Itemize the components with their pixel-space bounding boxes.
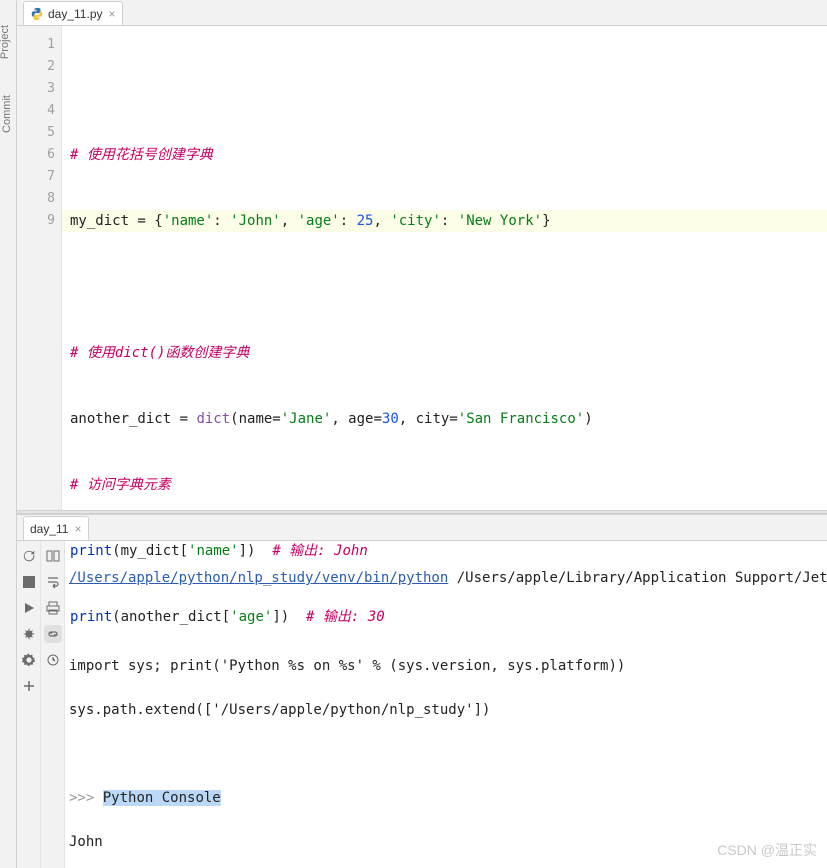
gutter: 1 2 3 4 5 6 7 8 9 [17, 26, 62, 510]
editor-tabbar: day_11.py × [17, 0, 827, 26]
left-tool-rail[interactable]: Project Commit [0, 0, 17, 868]
console-toolbar-secondary [41, 541, 65, 868]
tab-day-11-py[interactable]: day_11.py × [23, 1, 123, 25]
history-button[interactable] [44, 651, 62, 669]
add-button[interactable] [20, 677, 38, 695]
console-toolbar-primary [17, 541, 41, 868]
settings-button[interactable] [20, 651, 38, 669]
tab-label: day_11 [30, 522, 68, 536]
rail-label-commit[interactable]: Commit [1, 95, 13, 133]
print-button[interactable] [44, 599, 62, 617]
toggle-layout-button[interactable] [44, 547, 62, 565]
debug-button[interactable] [20, 625, 38, 643]
tab-label: day_11.py [48, 7, 103, 21]
python-file-icon [30, 7, 44, 21]
code-editor[interactable]: # 使用花括号创建字典 my_dict = {'name': 'John', '… [62, 26, 827, 510]
console-label: Python Console [103, 790, 221, 806]
close-icon[interactable]: × [109, 7, 116, 21]
run-button[interactable] [20, 599, 38, 617]
editor-area: 1 2 3 4 5 6 7 8 9 # 使用花括号创建字典 my_dict = … [17, 26, 827, 510]
stop-button[interactable] [20, 573, 38, 591]
soft-wrap-button[interactable] [44, 573, 62, 591]
prompt-marker: >>> [69, 790, 94, 806]
rerun-button[interactable] [20, 547, 38, 565]
link-button[interactable] [44, 625, 62, 643]
rail-label-project[interactable]: Project [0, 25, 11, 59]
output-line: John [69, 834, 103, 850]
watermark: CSDN @温正实 [717, 840, 817, 860]
